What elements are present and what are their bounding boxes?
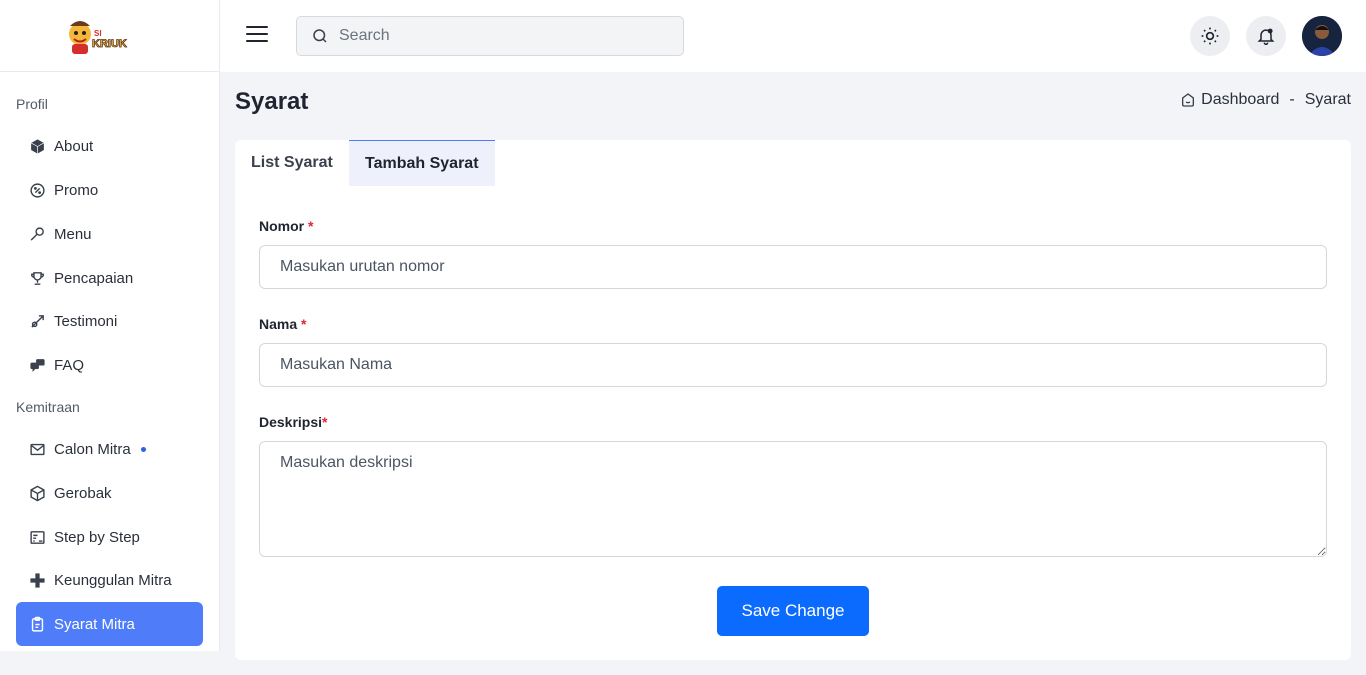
sidebar-item-testimoni[interactable]: Testimoni xyxy=(16,299,203,343)
sidebar-item-gerobak[interactable]: Gerobak xyxy=(16,471,203,515)
page-title: Syarat xyxy=(235,88,309,115)
breadcrumb-dashboard[interactable]: Dashboard xyxy=(1201,91,1279,109)
sidebar-item-label: FAQ xyxy=(54,356,85,374)
package-icon xyxy=(28,484,46,502)
required-mark: * xyxy=(301,316,307,332)
sidebar-item-label: Gerobak xyxy=(54,484,112,502)
required-mark: * xyxy=(308,218,314,234)
sidebar-item-menu[interactable]: Menu xyxy=(16,212,203,256)
nama-input[interactable] xyxy=(259,343,1327,387)
search-input[interactable] xyxy=(339,27,659,45)
steps-icon xyxy=(28,528,46,546)
logo-area: SI KRIUK xyxy=(0,0,219,72)
sidebar-item-label: Keunggulan Mitra xyxy=(54,571,172,589)
sidebar-item-syarat-mitra[interactable]: Syarat Mitra xyxy=(16,602,203,646)
logo-text-bottom: KRIUK xyxy=(92,38,127,50)
hamburger-menu-icon[interactable] xyxy=(246,26,268,44)
breadcrumb-separator: - xyxy=(1289,91,1295,108)
sidebar-item-promo[interactable]: Promo xyxy=(16,168,203,212)
spoon-icon xyxy=(28,225,46,243)
search-icon xyxy=(313,29,327,43)
sidebar-item-label: About xyxy=(54,137,94,155)
megaphone-icon xyxy=(28,312,46,330)
sidebar-item-label: Syarat Mitra xyxy=(54,615,135,633)
notification-button[interactable] xyxy=(1246,16,1286,56)
sidebar-item-calon-mitra[interactable]: Calon Mitra xyxy=(16,427,203,471)
required-mark: * xyxy=(322,414,328,430)
sidebar-item-step-by-step[interactable]: Step by Step xyxy=(16,515,203,559)
theme-toggle-button[interactable] xyxy=(1190,16,1230,56)
home-icon xyxy=(1182,93,1195,107)
deskripsi-label-text: Deskripsi xyxy=(259,414,323,430)
sidebar-item-faq[interactable]: FAQ xyxy=(16,343,203,387)
logo-text-top: SI xyxy=(94,29,102,38)
nomor-label: Nomor * xyxy=(259,218,313,234)
top-header xyxy=(220,0,1366,72)
trophy-icon xyxy=(28,269,46,287)
chat-icon xyxy=(28,356,46,374)
deskripsi-textarea[interactable] xyxy=(259,441,1327,557)
sidebar-item-label: Pencapaian xyxy=(54,269,134,287)
section-title-profil: Profil xyxy=(16,96,48,112)
nama-label-text: Nama xyxy=(259,316,298,332)
box-icon xyxy=(28,137,46,155)
sidebar-item-label: Testimoni xyxy=(54,312,118,330)
search-box[interactable] xyxy=(296,16,684,56)
nama-label: Nama * xyxy=(259,316,306,332)
nomor-input[interactable] xyxy=(259,245,1327,289)
clipboard-icon xyxy=(28,615,46,633)
plus-icon xyxy=(28,571,46,589)
discount-icon xyxy=(28,181,46,199)
section-title-kemitraan: Kemitraan xyxy=(16,399,80,415)
form-card: List Syarat Tambah Syarat Nomor * Nama *… xyxy=(235,140,1351,660)
breadcrumb: Dashboard - Syarat xyxy=(1180,91,1351,109)
sidebar-item-label: Promo xyxy=(54,181,99,199)
sidebar-item-about[interactable]: About xyxy=(16,124,203,168)
sidebar-item-label: Menu xyxy=(54,225,92,243)
sidebar: SI KRIUK Profil About Promo Menu Pencapa… xyxy=(0,0,220,651)
user-avatar[interactable] xyxy=(1302,16,1342,56)
nomor-label-text: Nomor xyxy=(259,218,305,234)
sidebar-item-label: Step by Step xyxy=(54,528,140,546)
sidebar-item-pencapaian[interactable]: Pencapaian xyxy=(16,256,203,300)
tab-tambah-syarat[interactable]: Tambah Syarat xyxy=(349,140,495,186)
sun-icon xyxy=(1201,27,1219,45)
bell-icon xyxy=(1257,28,1275,46)
breadcrumb-current: Syarat xyxy=(1304,91,1351,108)
notification-dot xyxy=(140,446,146,452)
mail-icon xyxy=(28,440,46,458)
sidebar-item-keunggulan-mitra[interactable]: Keunggulan Mitra xyxy=(16,558,203,602)
save-change-button[interactable]: Save Change xyxy=(717,586,869,636)
brand-logo[interactable]: SI KRIUK xyxy=(64,16,136,56)
tab-list-syarat[interactable]: List Syarat xyxy=(235,140,349,186)
deskripsi-label: Deskripsi* xyxy=(259,414,328,430)
sidebar-item-label: Calon Mitra xyxy=(54,440,131,458)
